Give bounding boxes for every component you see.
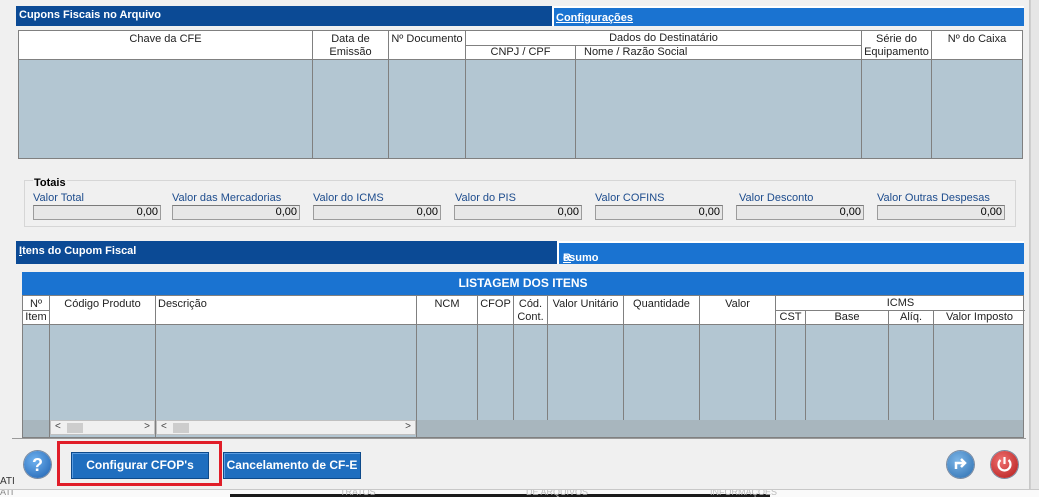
scroll-right-icon[interactable]: > — [144, 421, 150, 432]
label-valor-mercadorias: Valor das Mercadorias — [172, 192, 282, 204]
field-valor-mercadorias: 0,00 — [172, 205, 300, 220]
field-valor-outras-despesas: 0,00 — [877, 205, 1005, 220]
col-item-num-l2: Item — [25, 311, 47, 323]
itens-panel-header: Itens do Cupom Fiscal Resumo — [16, 241, 1024, 264]
field-valor-pis: 0,00 — [454, 205, 582, 220]
codigo-column-scrollbar[interactable]: < > — [50, 420, 155, 435]
cupons-panel-title: Cupons Fiscais no Arquivo — [19, 9, 161, 21]
col-base[interactable]: Base — [806, 311, 888, 323]
itens-panel-title: Itens do Cupom Fiscal — [19, 245, 137, 257]
col-caixa[interactable]: Nº do Caixa — [932, 33, 1022, 45]
col-codigo-produto[interactable]: Código Produto — [50, 298, 155, 310]
tab-configuracoes[interactable]: Configurações — [552, 6, 1024, 26]
itens-grid[interactable]: Nº Item Código Produto Descrição NCM CFO… — [22, 295, 1025, 438]
cupons-grid[interactable]: Chave da CFE Data de Emissão Nº Document… — [18, 30, 1023, 159]
background-strip: ATI TRATOS DE ARQUIVOS INFORMAÇÕES — [0, 489, 1039, 497]
totais-group: Totais Valor Total 0,00 Valor das Mercad… — [24, 177, 1016, 227]
col-serie-l1[interactable]: Série do — [862, 33, 931, 45]
cupons-grid-header: Chave da CFE Data de Emissão Nº Document… — [19, 31, 1022, 60]
left-edge-label: ATI — [0, 476, 15, 487]
col-cod-cont-l2: Cont. — [517, 311, 544, 323]
scroll-right-icon[interactable]: > — [405, 421, 411, 432]
highlight-box — [57, 441, 222, 486]
col-data-l2: Emissão — [329, 46, 372, 58]
vertical-scrollbar[interactable] — [1030, 0, 1039, 497]
col-descricao[interactable]: Descrição — [158, 298, 207, 310]
totais-title: Totais — [33, 177, 67, 189]
tab-configuracoes-label: Configurações — [556, 12, 634, 24]
scroll-thumb[interactable] — [67, 423, 83, 433]
field-valor-desconto: 0,00 — [736, 205, 864, 220]
field-valor-cofins: 0,00 — [595, 205, 723, 220]
label-valor-desconto: Valor Desconto — [739, 192, 814, 204]
help-button[interactable]: ? — [24, 451, 51, 478]
svg-text:?: ? — [32, 455, 43, 475]
col-valor-unitario[interactable]: Valor Unitário — [548, 298, 623, 310]
listagem-title: LISTAGEM DOS ITENS — [22, 272, 1024, 295]
cupons-panel-header: Cupons Fiscais no Arquivo Configurações — [16, 6, 1024, 26]
scroll-left-icon[interactable]: < — [161, 421, 167, 432]
tab-resumo[interactable]: Resumo — [557, 241, 1024, 264]
col-ncm[interactable]: NCM — [417, 298, 477, 310]
return-icon — [954, 458, 967, 469]
col-destinatario: Dados do Destinatário — [609, 32, 718, 44]
power-icon — [997, 457, 1012, 472]
itens-grid-header: Nº Item Código Produto Descrição NCM CFO… — [23, 296, 1025, 325]
scroll-thumb[interactable] — [173, 423, 189, 433]
col-cfop[interactable]: CFOP — [478, 298, 513, 310]
label-valor-cofins: Valor COFINS — [595, 192, 665, 204]
col-item-num-l1[interactable]: Nº — [23, 298, 49, 310]
field-valor-total: 0,00 — [33, 205, 161, 220]
col-icms: ICMS — [886, 297, 915, 309]
scroll-left-icon[interactable]: < — [55, 421, 61, 432]
label-valor-total: Valor Total — [33, 192, 84, 204]
cancelamento-cfe-button[interactable]: Cancelamento de CF-E — [223, 452, 361, 479]
col-nome[interactable]: Nome / Razão Social — [576, 46, 861, 58]
power-button[interactable] — [991, 451, 1018, 478]
col-data-l1[interactable]: Data de — [313, 33, 388, 45]
return-button[interactable] — [947, 451, 974, 478]
label-valor-pis: Valor do PIS — [455, 192, 516, 204]
label-valor-outras-despesas: Valor Outras Despesas — [877, 192, 990, 204]
col-cod-cont-l1[interactable]: Cód. — [514, 298, 547, 310]
label-valor-icms: Valor do ICMS — [313, 192, 384, 204]
help-icon: ? — [32, 455, 43, 475]
col-valor-imposto[interactable]: Valor Imposto — [934, 311, 1025, 323]
descricao-column-scrollbar[interactable]: < > — [156, 420, 416, 435]
field-valor-icms: 0,00 — [313, 205, 441, 220]
col-valor[interactable]: Valor — [700, 298, 775, 310]
col-cnpj[interactable]: CNPJ / CPF — [466, 46, 575, 58]
col-serie-l2: Equipamento — [864, 46, 929, 58]
main-window: Cupons Fiscais no Arquivo Configurações … — [0, 0, 1030, 489]
col-quantidade[interactable]: Quantidade — [624, 298, 699, 310]
col-cst[interactable]: CST — [776, 311, 805, 323]
col-chave[interactable]: Chave da CFE — [19, 33, 312, 45]
col-documento[interactable]: Nº Documento — [389, 33, 465, 45]
col-aliq[interactable]: Alíq. — [889, 311, 933, 323]
